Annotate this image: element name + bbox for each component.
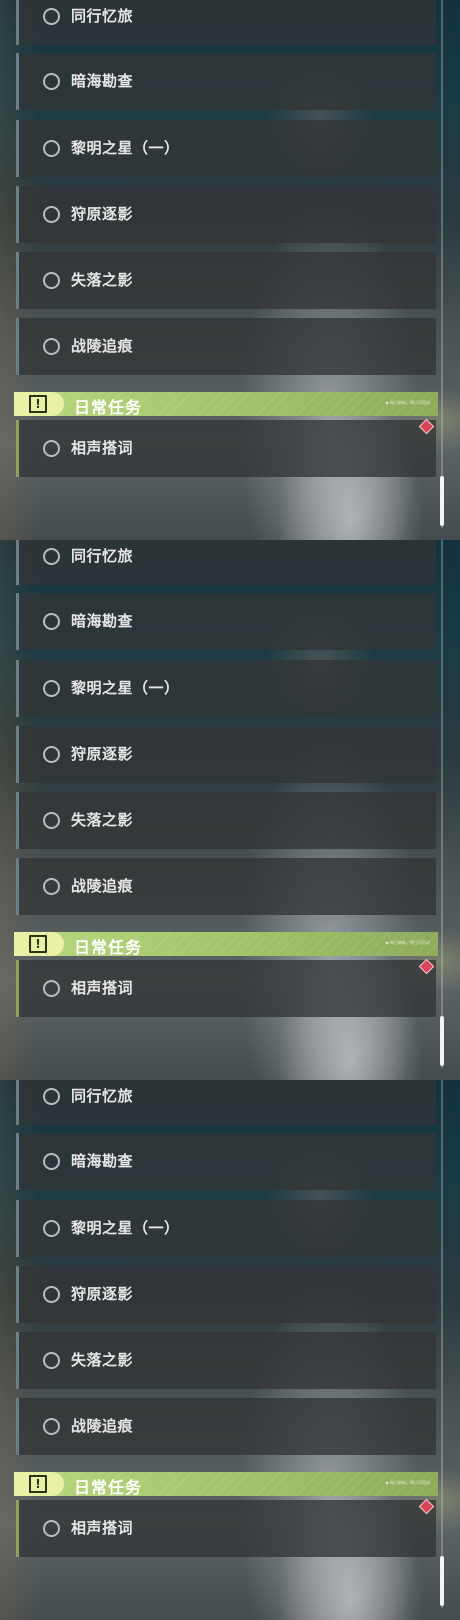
category-icon-badge: ! xyxy=(14,932,64,956)
quest-label: 暗海勘查 xyxy=(71,72,134,90)
category-note: ◆ 每日刷新，明日可再次 xyxy=(385,940,430,945)
quest-item[interactable]: 失落之影 xyxy=(16,252,436,309)
circle-icon xyxy=(43,140,60,157)
scrollbar-track[interactable] xyxy=(441,540,443,1068)
daily-quest-item[interactable]: 相声搭词 xyxy=(16,420,436,477)
quest-label: 狩原逐影 xyxy=(71,1285,134,1303)
quest-label: 同行忆旅 xyxy=(71,7,134,25)
category-note: ◆ 每日刷新，明日可再次 xyxy=(385,400,430,405)
quest-item[interactable]: 失落之影 xyxy=(16,1332,436,1389)
circle-icon xyxy=(43,8,60,25)
quest-item[interactable]: 狩原逐影 xyxy=(16,1266,436,1323)
quest-item[interactable]: 暗海勘查 xyxy=(16,593,436,650)
circle-icon xyxy=(43,980,60,997)
circle-icon xyxy=(43,1418,60,1435)
category-header-daily[interactable]: ! 日常任务 ◆ 每日刷新，明日可再次 xyxy=(14,392,438,417)
circle-icon xyxy=(43,1352,60,1369)
category-icon-badge: ! xyxy=(14,392,64,416)
quest-item[interactable]: 同行忆旅 xyxy=(16,1080,436,1125)
scrollbar-track[interactable] xyxy=(441,0,443,528)
quest-label: 失落之影 xyxy=(71,1351,134,1369)
category-note: ◆ 每日刷新，明日可再次 xyxy=(385,1480,430,1485)
quest-item[interactable]: 狩原逐影 xyxy=(16,726,436,783)
daily-quest-item[interactable]: 相声搭词 xyxy=(16,1500,436,1557)
quest-panel: 同行忆旅 暗海勘查 黎明之星（一） 狩原逐影 失落之影 战陵追痕! 日常任务 ◆ 每日刷新，明… xyxy=(0,540,460,1080)
quest-label: 失落之影 xyxy=(71,811,134,829)
category-header-daily[interactable]: ! 日常任务 ◆ 每日刷新，明日可再次 xyxy=(14,932,438,957)
circle-icon xyxy=(43,272,60,289)
quest-item[interactable]: 黎明之星（一） xyxy=(16,1200,436,1257)
category-label: 日常任务 xyxy=(74,938,143,957)
category-label: 日常任务 xyxy=(74,398,143,417)
quest-label: 相声搭词 xyxy=(71,439,134,457)
quest-label: 失落之影 xyxy=(71,271,134,289)
quest-label: 黎明之星（一） xyxy=(71,139,180,157)
quest-label: 同行忆旅 xyxy=(71,1087,134,1105)
circle-icon xyxy=(43,613,60,630)
quest-label: 战陵追痕 xyxy=(71,337,134,355)
quest-item[interactable]: 狩原逐影 xyxy=(16,186,436,243)
quest-label: 暗海勘查 xyxy=(71,1152,134,1170)
quest-item[interactable]: 黎明之星（一） xyxy=(16,660,436,717)
quest-label: 相声搭词 xyxy=(71,979,134,997)
quest-label: 同行忆旅 xyxy=(71,547,134,565)
category-label: 日常任务 xyxy=(74,1478,143,1497)
scrollbar-thumb[interactable] xyxy=(440,1556,444,1606)
exclamation-icon: ! xyxy=(29,935,47,953)
circle-icon xyxy=(43,746,60,763)
circle-icon xyxy=(43,878,60,895)
quest-item[interactable]: 黎明之星（一） xyxy=(16,120,436,177)
quest-item[interactable]: 同行忆旅 xyxy=(16,0,436,45)
quest-item[interactable]: 暗海勘查 xyxy=(16,53,436,110)
quest-label: 黎明之星（一） xyxy=(71,679,180,697)
circle-icon xyxy=(43,73,60,90)
quest-item[interactable]: 战陵追痕 xyxy=(16,858,436,915)
exclamation-icon: ! xyxy=(29,1475,47,1493)
category-header-daily[interactable]: ! 日常任务 ◆ 每日刷新，明日可再次 xyxy=(14,1472,438,1497)
circle-icon xyxy=(43,1220,60,1237)
quest-label: 战陵追痕 xyxy=(71,877,134,895)
quest-item[interactable]: 失落之影 xyxy=(16,792,436,849)
circle-icon xyxy=(43,1286,60,1303)
quest-panel: 同行忆旅 暗海勘查 黎明之星（一） 狩原逐影 失落之影 战陵追痕! 日常任务 ◆ 每日刷新，明… xyxy=(0,1080,460,1620)
circle-icon xyxy=(43,1153,60,1170)
circle-icon xyxy=(43,440,60,457)
quest-label: 相声搭词 xyxy=(71,1519,134,1537)
quest-item[interactable]: 战陵追痕 xyxy=(16,318,436,375)
scrollbar-thumb[interactable] xyxy=(440,1016,444,1066)
exclamation-icon: ! xyxy=(29,395,47,413)
circle-icon xyxy=(43,548,60,565)
circle-icon xyxy=(43,206,60,223)
circle-icon xyxy=(43,680,60,697)
quest-label: 狩原逐影 xyxy=(71,745,134,763)
scrollbar-track[interactable] xyxy=(441,1080,443,1608)
circle-icon xyxy=(43,338,60,355)
scrollbar-thumb[interactable] xyxy=(440,476,444,526)
circle-icon xyxy=(43,1520,60,1537)
quest-panel: 同行忆旅 暗海勘查 黎明之星（一） 狩原逐影 失落之影 战陵追痕! 日常任务 ◆ 每日刷新，明… xyxy=(0,0,460,540)
quest-label: 暗海勘查 xyxy=(71,612,134,630)
quest-item[interactable]: 战陵追痕 xyxy=(16,1398,436,1455)
quest-item[interactable]: 同行忆旅 xyxy=(16,540,436,585)
quest-label: 黎明之星（一） xyxy=(71,1219,180,1237)
circle-icon xyxy=(43,812,60,829)
daily-quest-item[interactable]: 相声搭词 xyxy=(16,960,436,1017)
circle-icon xyxy=(43,1088,60,1105)
quest-item[interactable]: 暗海勘查 xyxy=(16,1133,436,1190)
category-icon-badge: ! xyxy=(14,1472,64,1496)
quest-label: 狩原逐影 xyxy=(71,205,134,223)
quest-label: 战陵追痕 xyxy=(71,1417,134,1435)
